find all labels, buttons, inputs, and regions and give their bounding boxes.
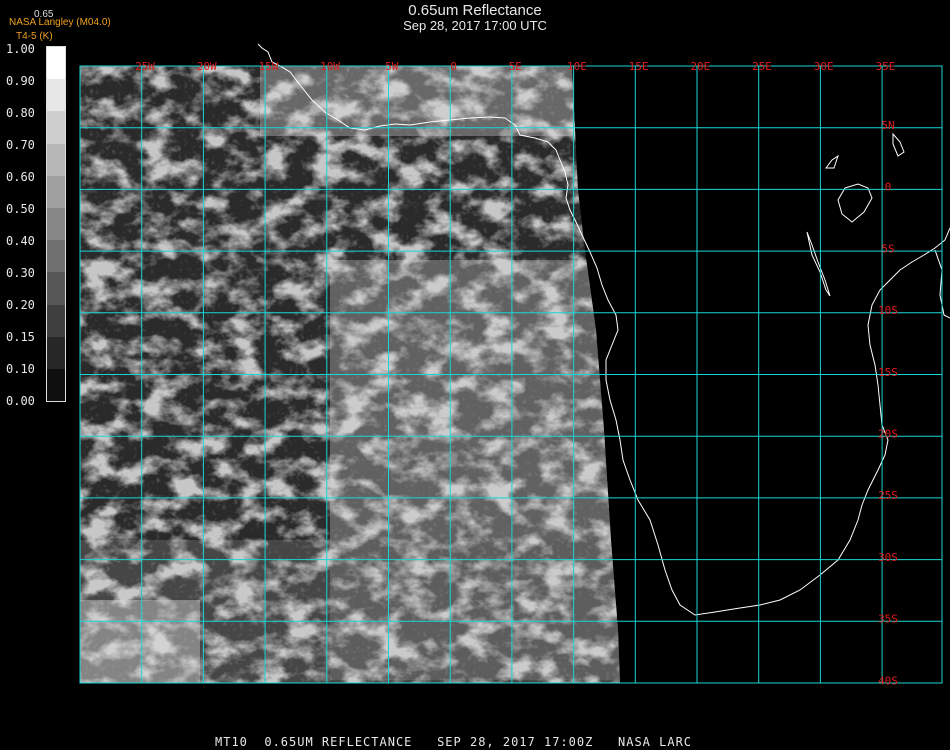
longitude-label: 25E <box>752 60 772 73</box>
latitude-label: 5N <box>881 119 894 132</box>
imagery <box>80 66 620 683</box>
longitude-label: 15W <box>258 60 278 73</box>
latitude-label: 0 <box>885 181 892 194</box>
longitude-label: 5W <box>385 60 399 73</box>
longitude-label: 5E <box>509 60 522 73</box>
longitude-label: 35E <box>875 60 895 73</box>
longitude-label: 10E <box>567 60 587 73</box>
longitude-label: 25W <box>135 60 155 73</box>
latitude-label: 5S <box>881 242 894 255</box>
longitude-label: 20E <box>690 60 710 73</box>
latitude-label: 20S <box>878 428 898 441</box>
longitude-label: 0 <box>450 60 457 73</box>
longitude-label: 30E <box>814 60 834 73</box>
latitude-label: 25S <box>878 489 898 502</box>
latitude-label: 30S <box>878 551 898 564</box>
latitude-label: 35S <box>878 613 898 626</box>
longitude-label: 10W <box>320 60 340 73</box>
longitude-label: 20W <box>197 60 217 73</box>
latitude-label: 10S <box>878 304 898 317</box>
latitude-label: 40S <box>878 674 898 687</box>
latitude-label: 15S <box>878 366 898 379</box>
footer-caption: MT10 0.65UM REFLECTANCE SEP 28, 2017 17:… <box>215 735 693 749</box>
longitude-label: 15E <box>629 60 649 73</box>
satellite-map: 25W 20W 15W 10W 5W 0 5E 10E 15E 20E 25E 30E 35E 5N 0 5S… <box>79 43 950 687</box>
